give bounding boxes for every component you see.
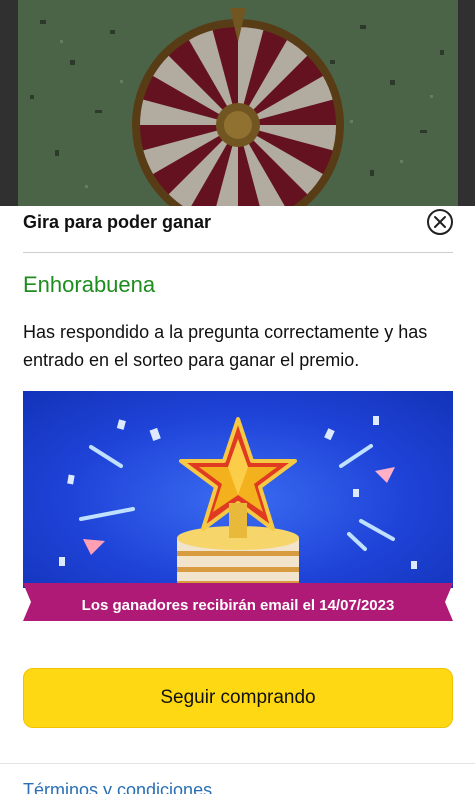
confetti-piece <box>67 474 75 485</box>
continue-shopping-button[interactable]: Seguir comprando <box>23 668 453 728</box>
confetti-piece <box>411 561 417 569</box>
confetti-piece <box>149 427 161 442</box>
success-heading: Enhorabuena <box>23 272 156 297</box>
trophy-illustration <box>23 391 453 588</box>
winners-banner: Los ganadores recibirán email el 14/07/2… <box>23 391 453 636</box>
close-icon <box>434 216 446 228</box>
confetti-strip <box>79 507 135 521</box>
confetti-piece <box>373 416 379 425</box>
confetti-piece <box>353 489 359 497</box>
result-message: Has respondido a la pregunta correctamen… <box>23 322 428 370</box>
terms-conditions-link[interactable]: Términos y condiciones <box>23 780 263 794</box>
sheet-header: Gira para poder ganar <box>23 206 453 252</box>
confetti-triangle <box>83 539 105 555</box>
dimmed-background <box>0 0 475 208</box>
header-divider <box>23 252 453 253</box>
prize-result-sheet: Gira para poder ganar Enhorabuena Has re… <box>0 206 475 794</box>
winners-date-text: Los ganadores recibirán email el 14/07/2… <box>81 597 395 614</box>
confetti-piece <box>116 419 126 430</box>
confetti-strip <box>347 532 367 551</box>
confetti-strip <box>359 519 395 541</box>
close-button[interactable] <box>427 209 453 235</box>
confetti-piece <box>59 557 65 566</box>
prize-wheel-illustration <box>0 0 475 208</box>
footer-divider <box>0 763 475 764</box>
confetti-triangle <box>375 467 395 483</box>
sheet-title: Gira para poder ganar <box>23 212 212 232</box>
confetti-piece <box>324 428 335 441</box>
confetti-strip <box>89 445 123 468</box>
confetti-strip <box>339 444 373 468</box>
